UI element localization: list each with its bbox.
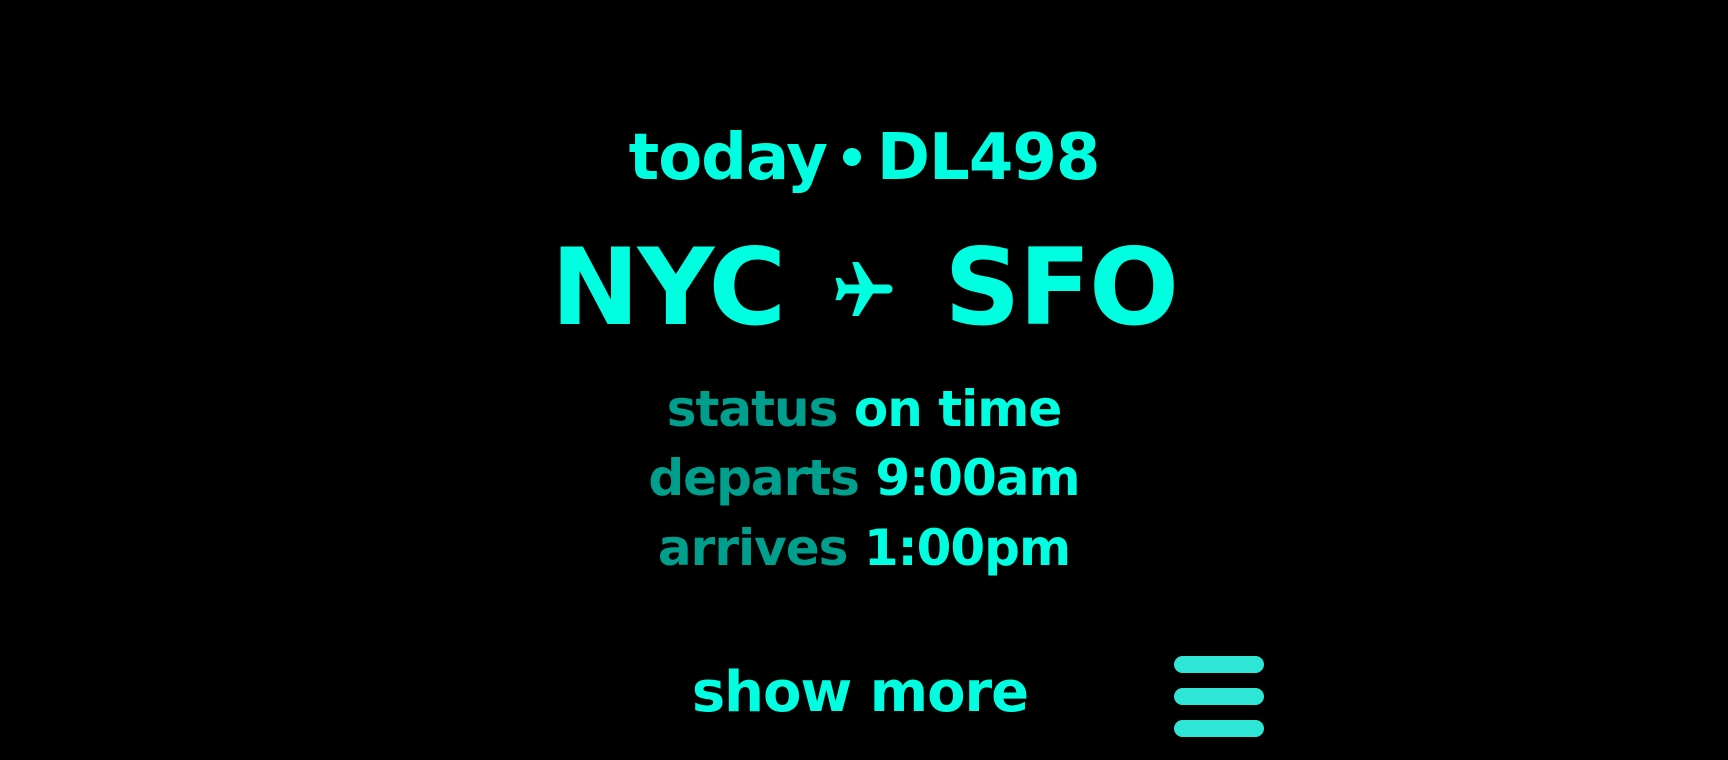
menu-bar xyxy=(1174,688,1264,705)
departs-label: departs xyxy=(648,449,860,507)
show-more-button[interactable]: show more xyxy=(660,658,1060,728)
menu-bar xyxy=(1174,656,1264,673)
destination-code: SFO xyxy=(944,226,1179,349)
separator-dot-icon xyxy=(842,148,861,167)
status-row: status on time xyxy=(0,378,1728,440)
flight-number: DL498 xyxy=(876,121,1100,195)
flight-route: NYC SFO xyxy=(0,228,1728,348)
status-value: on time xyxy=(853,380,1062,438)
arrives-value: 1:00pm xyxy=(863,519,1071,577)
flight-header: today DL498 xyxy=(0,120,1728,196)
origin-code: NYC xyxy=(550,226,786,349)
arrives-row: arrives 1:00pm xyxy=(0,517,1728,579)
flight-card: today DL498 NYC SFO status on time departs… xyxy=(0,0,1728,760)
status-label: status xyxy=(666,380,839,438)
airplane-icon xyxy=(828,253,900,325)
hamburger-menu-icon[interactable] xyxy=(1172,654,1266,738)
departs-value: 9:00am xyxy=(875,449,1080,507)
departs-row: departs 9:00am xyxy=(0,447,1728,509)
flight-day: today xyxy=(628,121,828,195)
arrives-label: arrives xyxy=(657,519,848,577)
menu-bar xyxy=(1174,720,1264,737)
